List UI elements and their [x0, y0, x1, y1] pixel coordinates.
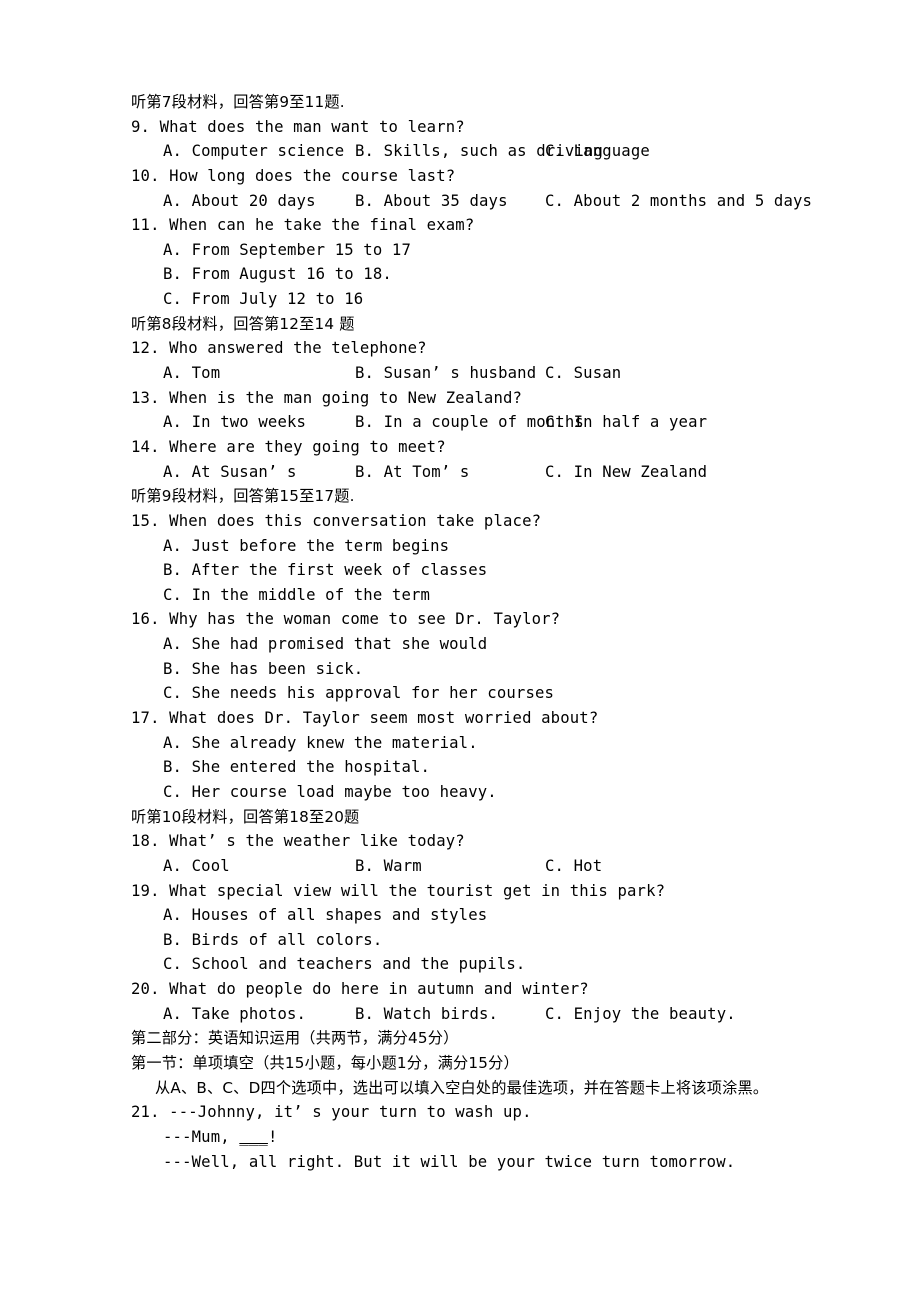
question-19-option-c[interactable]: C. School and teachers and the pupils.: [0, 952, 920, 977]
question-20-option-c[interactable]: C. Enjoy the beauty.: [545, 1002, 736, 1027]
question-12-option-b[interactable]: B. Susan’ s husband: [355, 361, 545, 386]
question-21-line-2: ---Mum, ___!: [0, 1125, 920, 1150]
question-13-option-a[interactable]: A. In two weeks: [131, 410, 355, 435]
question-21-line-2-prefix: ---Mum,: [163, 1127, 240, 1146]
question-14-option-b[interactable]: B. At Tom’ s: [355, 460, 545, 485]
question-14-options: A. At Susan’ s B. At Tom’ s C. In New Zeal…: [0, 460, 920, 485]
question-20-stem: 20. What do people do here in autumn and…: [131, 980, 589, 999]
question-17-option-b[interactable]: B. She entered the hospital.: [0, 755, 920, 780]
question-11-option-a[interactable]: A. From September 15 to 17: [0, 238, 920, 263]
question-10-option-c[interactable]: C. About 2 months and 5 days: [545, 189, 812, 214]
question-21-answer-blank[interactable]: ___: [239, 1128, 268, 1146]
question-10-options: A. About 20 days B. About 35 days C. About…: [0, 189, 920, 214]
question-17-option-c[interactable]: C. Her course load maybe too heavy.: [0, 780, 920, 805]
question-21-line-2-suffix: !: [267, 1127, 278, 1146]
question-12-options: A. Tom B. Susan’ s husband C. Susan: [0, 361, 920, 386]
question-16-option-c[interactable]: C. She needs his approval for her course…: [0, 681, 920, 706]
listening-section-7-heading: 听第7段材料，回答第9至11题.: [131, 93, 345, 111]
question-20-options: A. Take photos. B. Watch birds. C. Enjoy t…: [0, 1002, 920, 1027]
question-13-option-b[interactable]: B. In a couple of months: [355, 410, 584, 435]
question-16-stem: 16. Why has the woman come to see Dr. Ta…: [131, 610, 561, 629]
exam-page: 听第7段材料，回答第9至11题. 9. What does the man wa…: [0, 0, 920, 1302]
question-15-stem: 15. When does this conversation take pla…: [131, 511, 542, 530]
question-10-option-b[interactable]: B. About 35 days: [355, 189, 545, 214]
question-19-option-a[interactable]: A. Houses of all shapes and styles: [0, 903, 920, 928]
question-15-option-a[interactable]: A. Just before the term begins: [0, 534, 920, 559]
question-14-option-c[interactable]: C. In New Zealand: [545, 460, 707, 485]
question-19-option-b[interactable]: B. Birds of all colors.: [0, 928, 920, 953]
listening-section-8-heading: 听第8段材料，回答第12至14 题: [131, 314, 355, 333]
listening-section-9-heading: 听第9段材料，回答第15至17题.: [131, 487, 355, 506]
question-18-stem: 18. What’ s the weather like today?: [131, 832, 465, 851]
question-11-option-b[interactable]: B. From August 16 to 18.: [0, 262, 920, 287]
question-9-option-b[interactable]: B. Skills, such as driving: [355, 139, 603, 164]
question-16-option-b[interactable]: B. She has been sick.: [0, 657, 920, 682]
question-13-option-c[interactable]: C. In half a year: [545, 410, 707, 435]
question-16-option-a[interactable]: A. She had promised that she would: [0, 632, 920, 657]
question-14-option-a[interactable]: A. At Susan’ s: [131, 460, 355, 485]
question-13-stem: 13. When is the man going to New Zealand…: [131, 388, 523, 407]
question-18-option-a[interactable]: A. Cool: [131, 854, 355, 879]
listening-section-10-heading: 听第10段材料，回答第18至20题: [131, 807, 360, 826]
question-17-option-a[interactable]: A. She already knew the material.: [0, 731, 920, 756]
question-15-option-c[interactable]: C. In the middle of the term: [0, 583, 920, 608]
question-19-stem: 19. What special view will the tourist g…: [131, 881, 666, 900]
question-17-stem: 17. What does Dr. Taylor seem most worri…: [131, 709, 599, 728]
question-20-option-a[interactable]: A. Take photos.: [131, 1002, 355, 1027]
question-10-option-a[interactable]: A. About 20 days: [131, 189, 355, 214]
question-21-line-1: 21. ---Johnny, it’ s your turn to wash u…: [131, 1103, 532, 1122]
question-12-stem: 12. Who answered the telephone?: [131, 339, 427, 358]
question-12-option-c[interactable]: C. Susan: [545, 361, 621, 386]
question-10-stem: 10. How long does the course last?: [131, 166, 456, 185]
section-one-heading: 第一节：单项填空（共15小题，每小题1分，满分15分）: [131, 1053, 519, 1072]
question-15-option-b[interactable]: B. After the first week of classes: [0, 558, 920, 583]
question-9-stem: 9. What does the man want to learn?: [131, 117, 465, 136]
question-12-option-a[interactable]: A. Tom: [131, 361, 355, 386]
question-9-option-c[interactable]: C. Language: [545, 139, 650, 164]
question-18-option-c[interactable]: C. Hot: [545, 854, 602, 879]
question-9-options: A. Computer science B. Skills, such as dr…: [0, 139, 920, 164]
question-14-stem: 14. Where are they going to meet?: [131, 437, 446, 456]
part-two-heading: 第二部分：英语知识运用（共两节，满分45分）: [131, 1029, 459, 1048]
question-21-line-3: ---Well, all right. But it will be your …: [163, 1152, 736, 1171]
question-18-option-b[interactable]: B. Warm: [355, 854, 545, 879]
question-11-stem: 11. When can he take the final exam?: [131, 216, 475, 235]
question-13-options: A. In two weeks B. In a couple of monthsC…: [0, 410, 920, 435]
question-18-options: A. Cool B. Warm C. Hot: [0, 854, 920, 879]
section-one-instruction: 从A、B、C、D四个选项中，选出可以填入空白处的最佳选项，并在答题卡上将该项涂黑…: [155, 1078, 769, 1097]
question-11-option-c[interactable]: C. From July 12 to 16: [0, 287, 920, 312]
question-9-option-a[interactable]: A. Computer science: [131, 139, 355, 164]
question-20-option-b[interactable]: B. Watch birds.: [355, 1002, 545, 1027]
